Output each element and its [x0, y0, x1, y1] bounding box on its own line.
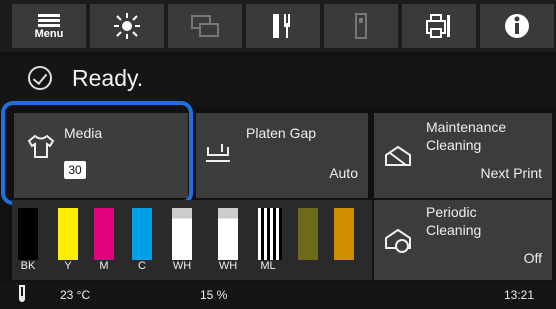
periodic-cleaning-icon	[385, 228, 411, 253]
platen-gap-icon	[206, 144, 230, 162]
ink-cartridge-special-8	[334, 208, 354, 260]
usb-button[interactable]	[324, 4, 398, 48]
ink-cartridge-Y	[58, 208, 78, 260]
printer-maintenance-button[interactable]	[402, 4, 476, 48]
top-toolbar: Menu	[0, 0, 556, 52]
status-text: Ready.	[72, 65, 144, 91]
maintenance-value: Next Print	[480, 165, 542, 181]
maintenance-cleaning-button[interactable]: Maintenance Cleaning Next Print	[374, 113, 552, 198]
platen-gap-label: Platen Gap	[246, 125, 317, 141]
layers-icon	[191, 15, 219, 37]
ink-label-2: M	[99, 260, 109, 272]
periodic-cleaning-button[interactable]: Periodic Cleaning Off	[374, 200, 552, 280]
ink-label-5: WH	[218, 260, 238, 272]
humidity-value: 15 %	[200, 288, 228, 302]
ink-cartridge-BK	[18, 208, 38, 260]
bottom-status-bar: 23 °C 15 % 13:21	[0, 282, 556, 309]
ink-cartridge-WH	[172, 208, 192, 260]
info-button[interactable]	[480, 4, 554, 48]
ink-cartridge-special-7	[298, 208, 318, 260]
fork-spoon-button[interactable]	[246, 4, 320, 48]
cleaning-icon	[385, 145, 411, 166]
light-button[interactable]	[90, 4, 164, 48]
selection-highlight	[1, 101, 193, 205]
check-circle-icon	[28, 66, 52, 90]
periodic-label-2: Cleaning	[426, 222, 482, 238]
layers-button[interactable]	[168, 4, 242, 48]
ink-label-6: ML	[260, 260, 276, 272]
printer-wrench-icon	[426, 14, 450, 38]
maintenance-label-2: Cleaning	[426, 137, 482, 153]
menu-label: Menu	[34, 27, 64, 40]
usb-icon	[355, 13, 367, 39]
info-icon	[505, 14, 529, 38]
periodic-value: Off	[523, 250, 542, 266]
status-bar: Ready.	[0, 56, 556, 106]
menu-button[interactable]: Menu	[12, 4, 86, 48]
ink-cartridge-C	[132, 208, 152, 260]
ink-label-1: Y	[64, 260, 72, 272]
light-icon	[114, 13, 140, 39]
maintenance-label: Maintenance	[426, 119, 507, 135]
platen-gap-button[interactable]: Platen Gap Auto	[196, 113, 368, 198]
ink-cartridge-M	[94, 208, 114, 260]
ink-cartridge-ML	[258, 208, 282, 260]
platen-gap-value: Auto	[329, 165, 358, 181]
fork-spoon-icon	[273, 14, 290, 38]
ink-cartridge-WH	[218, 208, 238, 260]
time-value: 13:21	[504, 288, 535, 302]
periodic-label: Periodic	[426, 204, 477, 220]
ink-label-4: WH	[172, 260, 192, 272]
thermometer-icon	[16, 285, 28, 306]
ink-levels-panel[interactable]: BK Y M C WH WH ML	[12, 200, 372, 280]
ink-label-0: BK	[20, 260, 36, 272]
ink-label-3: C	[138, 260, 146, 272]
temperature-value: 23 °C	[60, 288, 91, 302]
